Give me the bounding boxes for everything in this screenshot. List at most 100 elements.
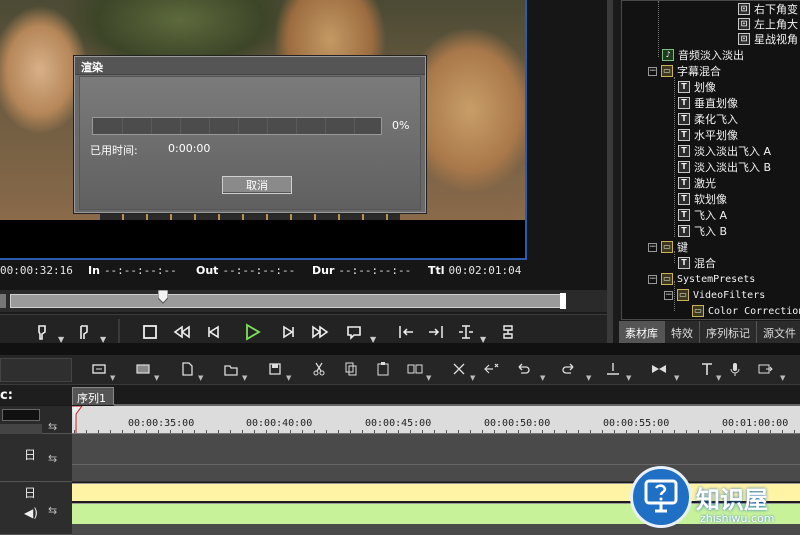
rewind-button[interactable] — [170, 321, 194, 343]
toolbar-button[interactable] — [450, 360, 468, 378]
stop-button[interactable] — [138, 321, 162, 343]
tab-effects[interactable]: 特效 — [665, 321, 700, 343]
tree-item[interactable]: T 软划像 — [678, 191, 727, 207]
tree-item[interactable]: T 水平划像 — [678, 127, 738, 143]
tab-sequence-markers[interactable]: 序列标记 — [700, 321, 757, 343]
insert-icon — [459, 325, 473, 339]
link-icon[interactable]: ⇆ — [48, 504, 57, 517]
chevron-down-icon[interactable]: ▼ — [286, 374, 291, 382]
folder-icon: ▭ — [661, 65, 673, 77]
tree-item[interactable]: ⊡ 星战视角 — [738, 31, 798, 47]
toolbar-button[interactable] — [482, 360, 500, 378]
set-in-button[interactable] — [30, 321, 54, 343]
tree-item[interactable]: T 淡入淡出飞入 B — [678, 159, 771, 175]
playhead-knob-icon[interactable] — [158, 290, 168, 304]
ruler-header-control[interactable] — [0, 424, 42, 434]
toolbar-button[interactable] — [726, 360, 744, 378]
track-header-2[interactable]: 日 ⇆ ◀) — [0, 482, 72, 535]
chevron-down-icon[interactable]: ▼ — [674, 374, 679, 382]
timecode-input[interactable] — [2, 409, 40, 421]
tree-item[interactable]: T 垂直划像 — [678, 95, 738, 111]
tree-item[interactable]: T 混合 — [678, 255, 716, 271]
chevron-down-icon[interactable]: ▼ — [716, 374, 721, 382]
link-icon[interactable]: ⇆ — [48, 452, 57, 465]
toolbar-button[interactable] — [178, 360, 196, 378]
toolbar-button[interactable] — [342, 360, 360, 378]
timecode-total: Ttl 00:02:01:04 — [428, 264, 522, 277]
toolbar-button[interactable] — [604, 360, 622, 378]
new-file-icon — [182, 362, 193, 376]
toolbar-button[interactable] — [134, 360, 152, 378]
collapse-icon[interactable]: − — [648, 242, 657, 252]
chevron-down-icon[interactable]: ▼ — [626, 374, 631, 382]
toolbar-button[interactable] — [514, 360, 532, 378]
chevron-down-icon[interactable]: ▼ — [780, 374, 785, 382]
toolbar-button[interactable] — [90, 360, 108, 378]
insert-button[interactable] — [454, 321, 478, 343]
tree-item-folder[interactable]: − ▭ SystemPresets — [648, 271, 755, 287]
toolbar-button[interactable] — [650, 360, 668, 378]
chevron-down-icon[interactable]: ▼ — [154, 374, 159, 382]
go-to-in-button[interactable] — [394, 321, 418, 343]
chevron-down-icon[interactable]: ▼ — [242, 374, 247, 382]
dialog-title[interactable]: 渲染 — [75, 57, 425, 75]
toolbar-button[interactable] — [310, 360, 328, 378]
tree-item[interactable]: ♪ 音频淡入淡出 — [662, 47, 744, 63]
tree-item[interactable]: T 柔化飞入 — [678, 111, 738, 127]
speaker-icon[interactable]: ◀) — [24, 506, 38, 520]
progress-segment-divider — [180, 118, 181, 134]
cancel-button[interactable]: 取消 — [222, 176, 292, 194]
timecode-bar: 00:00:32:16 In --:--:--:-- Out --:--:--:--… — [0, 262, 607, 280]
chevron-down-icon[interactable]: ▼ — [586, 374, 591, 382]
playback-scrubber[interactable] — [0, 290, 607, 312]
elapsed-time-label: 已用时间: — [90, 144, 138, 157]
chevron-down-icon[interactable]: ▼ — [470, 374, 475, 382]
collapse-icon[interactable]: − — [648, 66, 657, 76]
tab-asset-library[interactable]: 素材库 — [619, 321, 665, 343]
tree-item[interactable]: T 淡入淡出飞入 A — [678, 143, 771, 159]
toolbar-button[interactable] — [266, 360, 284, 378]
tree-item[interactable]: T 划像 — [678, 79, 716, 95]
toolbar-left-field[interactable] — [0, 358, 72, 382]
go-to-out-button[interactable] — [424, 321, 448, 343]
tab-source-files[interactable]: 源文件 — [757, 321, 800, 343]
tab-sequence-1[interactable]: 序列1 — [72, 387, 114, 405]
link-icon[interactable]: ⇆ — [48, 420, 57, 433]
fast-forward-button[interactable] — [308, 321, 332, 343]
collapse-icon[interactable]: − — [648, 274, 657, 284]
tree-item[interactable]: T 飞入 A — [678, 207, 727, 223]
open-folder-icon — [224, 365, 238, 376]
tree-item-folder[interactable]: − ▭ VideoFilters — [664, 287, 765, 303]
tree-item[interactable]: T 激光 — [678, 175, 716, 191]
title-effect-icon: T — [678, 145, 690, 157]
collapse-icon[interactable]: − — [664, 290, 673, 300]
track-header-1[interactable]: 日 ⇆ — [0, 434, 72, 482]
chevron-down-icon[interactable]: ▼ — [426, 374, 431, 382]
chevron-down-icon[interactable]: ▼ — [110, 374, 115, 382]
toolbar-button[interactable] — [406, 360, 424, 378]
tree-item-folder[interactable]: − ▭ 键 — [648, 239, 688, 255]
chevron-down-icon[interactable]: ▼ — [540, 374, 545, 382]
cut-icon — [313, 362, 325, 376]
step-back-button[interactable] — [202, 321, 226, 343]
tree-item-folder[interactable]: − ▭ 字幕混合 — [648, 63, 721, 79]
toolbar-button[interactable] — [698, 360, 716, 378]
step-forward-button[interactable] — [276, 321, 300, 343]
timeline-ruler[interactable]: 00:00:35:00 00:00:40:00 00:00:45:00 00:0… — [72, 406, 800, 434]
tree-guide-line — [674, 77, 675, 237]
toolbar-button[interactable] — [560, 360, 578, 378]
title-effect-icon: T — [678, 257, 690, 269]
set-out-button[interactable] — [72, 321, 96, 343]
scrubber-track[interactable] — [10, 294, 565, 308]
tree-item[interactable]: ⊡ 左上角大 — [738, 16, 798, 32]
overwrite-button[interactable] — [496, 321, 520, 343]
tree-item-folder[interactable]: ▭ Color Correction — [692, 303, 800, 319]
toolbar-button[interactable] — [222, 360, 240, 378]
play-button[interactable] — [240, 321, 264, 343]
chevron-down-icon[interactable]: ▼ — [198, 374, 203, 382]
tree-item[interactable]: T 飞入 B — [678, 223, 727, 239]
loop-button[interactable] — [342, 321, 366, 343]
tree-item[interactable]: ⊡ 右下角变 — [738, 1, 798, 17]
toolbar-button[interactable] — [374, 360, 392, 378]
toolbar-button[interactable] — [756, 360, 774, 378]
